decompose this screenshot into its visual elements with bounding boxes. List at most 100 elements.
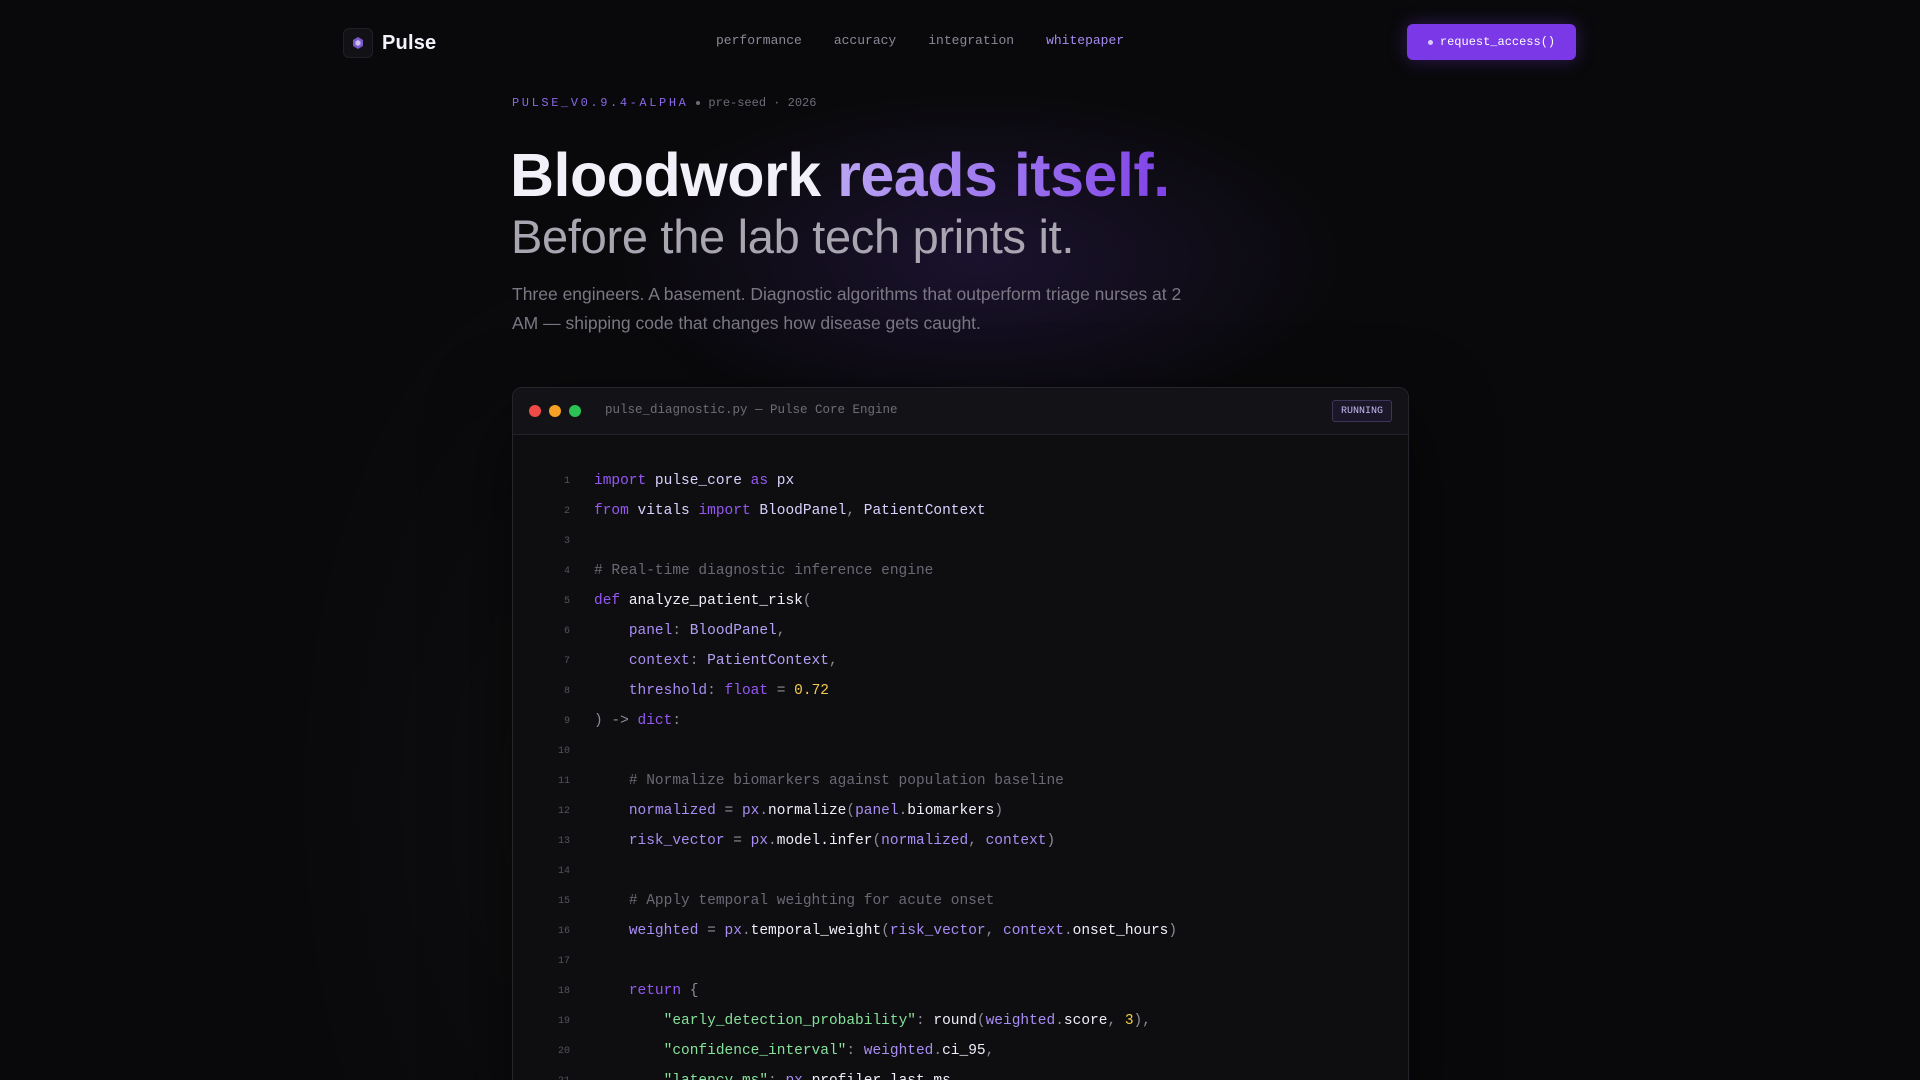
hero-headline: Bloodwork reads itself. [510, 138, 1170, 212]
code-token: . [759, 803, 769, 819]
code-token: , [828, 653, 838, 669]
brand-logo[interactable]: Pulse [343, 28, 436, 58]
code-line: 11 # Normalize biomarkers against popula… [513, 766, 1408, 796]
window-controls [529, 405, 581, 417]
line-number: 2 [563, 505, 570, 517]
code-token: ( [872, 833, 882, 849]
code-line: 15 # Apply temporal weighting for acute … [513, 886, 1408, 916]
code-line: 10 [513, 736, 1408, 766]
code-line: 19 "early_detection_probability": round(… [513, 1006, 1408, 1036]
code-token: temporal_weight [750, 923, 882, 939]
code-token: normalize [768, 803, 847, 819]
code-token: "latency_ms" [664, 1073, 768, 1080]
code-token: threshold [628, 683, 708, 699]
code-token: "confidence_interval" [663, 1043, 847, 1059]
code-line: 9) -> dict: [513, 706, 1408, 736]
code-token: = [698, 923, 725, 939]
request-access-label: request_access() [1439, 35, 1556, 49]
code-token: ci_95 [942, 1043, 986, 1059]
code-token: , [1107, 1013, 1125, 1029]
code-token: = [768, 683, 795, 699]
code-line: 14 [513, 856, 1408, 886]
code-token: ( [976, 1013, 986, 1029]
code-token: panel [855, 803, 899, 819]
line-number: 20 [557, 1045, 570, 1057]
code-token: normalized [881, 833, 969, 849]
code-line: 13 risk_vector = px. model.infer(normaliz… [513, 826, 1408, 856]
code-token: ) -> [594, 713, 638, 729]
code-token: def [594, 593, 621, 609]
code-token: = [715, 803, 742, 819]
nav-link-whitepaper[interactable]: whitepaper [1046, 33, 1124, 48]
code-token: , [968, 833, 986, 849]
line-number: 21 [513, 1076, 570, 1080]
code-line: 18 return { [513, 976, 1408, 1006]
line-number: 11 [557, 775, 570, 787]
code-token: float [724, 683, 769, 699]
line-number: 14 [557, 865, 570, 877]
top-nav: Pulse performance accuracy integration w… [0, 0, 1920, 84]
code-token: context [628, 653, 690, 669]
code-token: { [681, 983, 699, 999]
code-editor-window: pulse_diagnostic.py — Pulse Core Engine … [512, 387, 1409, 1080]
code-line: 12 normalized = px. normalize(panel. bioma… [513, 796, 1408, 826]
code-token: px [776, 473, 795, 489]
code-token: . [933, 1043, 943, 1059]
code-token: : [768, 1073, 785, 1080]
line-number: 19 [557, 1015, 570, 1027]
line-number: 4 [563, 565, 570, 577]
code-token: : [672, 713, 682, 729]
nav-link-accuracy[interactable]: accuracy [834, 33, 896, 48]
version-tag: PULSE_V0.9.4-ALPHA [512, 96, 689, 110]
code-token: . [741, 923, 751, 939]
code-token: risk_vector [889, 923, 986, 939]
code-token: px [724, 923, 742, 939]
code-token: model.infer [776, 833, 873, 849]
line-number: 5 [563, 595, 570, 607]
code-token: : [672, 623, 690, 639]
code-line: 4 # Real-time diagnostic inference engine [513, 556, 1408, 586]
close-window-icon[interactable] [529, 405, 541, 417]
code-token: from [594, 503, 629, 519]
funding-stage: pre-seed · 2026 [708, 96, 817, 110]
nav-link-integration[interactable]: integration [928, 33, 1014, 48]
code-token: , [951, 1073, 960, 1080]
editor-file-title: pulse_diagnostic.py — Pulse Core Engine [605, 403, 898, 417]
code-token: , [985, 1043, 995, 1059]
code-token: context [1003, 923, 1064, 939]
nav-link-performance[interactable]: performance [716, 33, 802, 48]
code-token: BloodPanel [689, 623, 777, 639]
code-line: 8 threshold: float = 0.72 [513, 676, 1408, 706]
code-token: normalized [628, 803, 716, 819]
code-token: : [707, 683, 725, 699]
maximize-window-icon[interactable] [569, 405, 581, 417]
code-token: "early_detection_probability" [663, 1013, 916, 1029]
code-token: biomarkers [907, 803, 995, 819]
code-token: ), [1133, 1013, 1151, 1029]
code-token: panel [628, 623, 673, 639]
code-token: round [933, 1013, 977, 1029]
code-token: , [776, 623, 786, 639]
code-token: px [750, 833, 769, 849]
line-number: 17 [557, 955, 570, 967]
code-token: ( [881, 923, 890, 939]
minimize-window-icon[interactable] [549, 405, 561, 417]
code-token: risk_vector [628, 833, 725, 849]
code-token: weighted [863, 1043, 934, 1059]
request-access-button[interactable]: request_access() [1407, 24, 1576, 60]
code-line: 17 [513, 946, 1408, 976]
code-line: 5 def analyze_patient_risk( [513, 586, 1408, 616]
code-token: dict [637, 713, 673, 729]
